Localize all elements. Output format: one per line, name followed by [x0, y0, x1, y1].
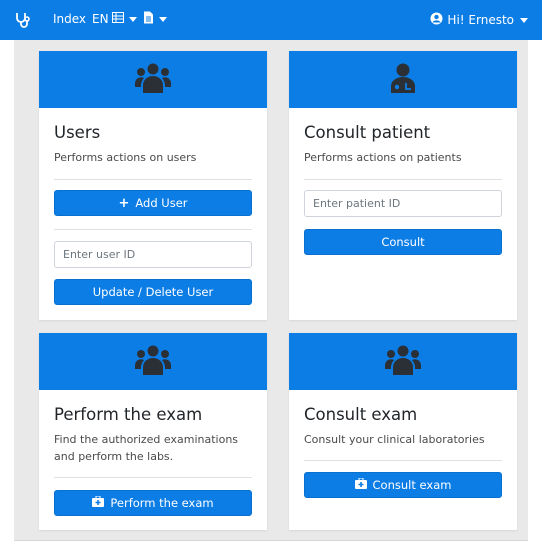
- top-navbar: Index EN Hi! Ernesto: [0, 0, 542, 40]
- language-label: EN: [92, 12, 109, 26]
- document-icon: [143, 11, 154, 27]
- nav-index-link[interactable]: Index: [53, 12, 86, 26]
- users-icon: [135, 63, 171, 97]
- perform-exam-card-header: [39, 333, 267, 390]
- users-card-title: Users: [54, 123, 101, 142]
- consult-exam-card-divider: [304, 460, 502, 461]
- update-delete-user-label: Update / Delete User: [92, 285, 214, 299]
- flag-icon: [111, 12, 124, 26]
- perform-exam-card-title: Perform the exam: [54, 405, 203, 424]
- chevron-down-icon: [128, 16, 137, 22]
- add-user-label: Add User: [135, 196, 188, 210]
- consult-patient-card: Consult patient Performs actions on pati…: [289, 51, 517, 320]
- users-card-divider-2: [54, 229, 252, 230]
- users-icon: [385, 345, 421, 379]
- consult-exam-card-header: [289, 333, 517, 390]
- user-id-input[interactable]: [54, 241, 252, 268]
- user-menu-dropdown[interactable]: Hi! Ernesto: [430, 12, 528, 28]
- consult-button-label: Consult: [381, 235, 425, 249]
- consult-exam-button-label: Consult exam: [372, 478, 452, 492]
- chevron-down-icon: [159, 16, 167, 22]
- stethoscope-icon[interactable]: [14, 11, 34, 29]
- consult-exam-button[interactable]: Consult exam: [304, 472, 502, 498]
- users-card-text: Performs actions on users: [54, 151, 197, 164]
- language-dropdown[interactable]: EN: [92, 12, 137, 26]
- consult-patient-card-divider: [304, 179, 502, 180]
- perform-exam-button-label: Perform the exam: [110, 496, 214, 510]
- document-dropdown[interactable]: [143, 11, 167, 27]
- add-user-button[interactable]: + Add User: [54, 190, 252, 216]
- consult-patient-card-text: Performs actions on patients: [304, 151, 462, 164]
- plus-icon: +: [118, 195, 130, 211]
- update-delete-user-button[interactable]: Update / Delete User: [54, 279, 252, 305]
- users-card: Users Performs actions on users + Add Us…: [39, 51, 267, 320]
- users-card-header: [39, 51, 267, 108]
- users-card-divider: [54, 179, 252, 180]
- perform-exam-card-text: Find the authorized examinations and per…: [54, 433, 239, 463]
- consult-patient-card-title: Consult patient: [304, 123, 431, 142]
- perform-exam-card: Perform the exam Find the authorized exa…: [39, 333, 267, 530]
- doctor-icon: [389, 63, 417, 97]
- perform-exam-button[interactable]: Perform the exam: [54, 490, 252, 516]
- users-icon: [135, 345, 171, 379]
- medkit-icon: [92, 495, 105, 510]
- medkit-icon: [354, 477, 367, 492]
- consult-patient-card-header: [289, 51, 517, 108]
- chevron-down-icon: [520, 17, 528, 23]
- user-greeting: Hi! Ernesto: [447, 13, 514, 27]
- patient-id-input[interactable]: [304, 190, 502, 217]
- consult-exam-card-title: Consult exam: [304, 405, 418, 424]
- user-circle-icon: [430, 12, 443, 28]
- perform-exam-card-divider: [54, 477, 252, 478]
- consult-button[interactable]: Consult: [304, 229, 502, 255]
- consult-exam-card-text: Consult your clinical laboratories: [304, 433, 485, 446]
- consult-exam-card: Consult exam Consult your clinical labor…: [289, 333, 517, 530]
- content-divider: [14, 540, 528, 541]
